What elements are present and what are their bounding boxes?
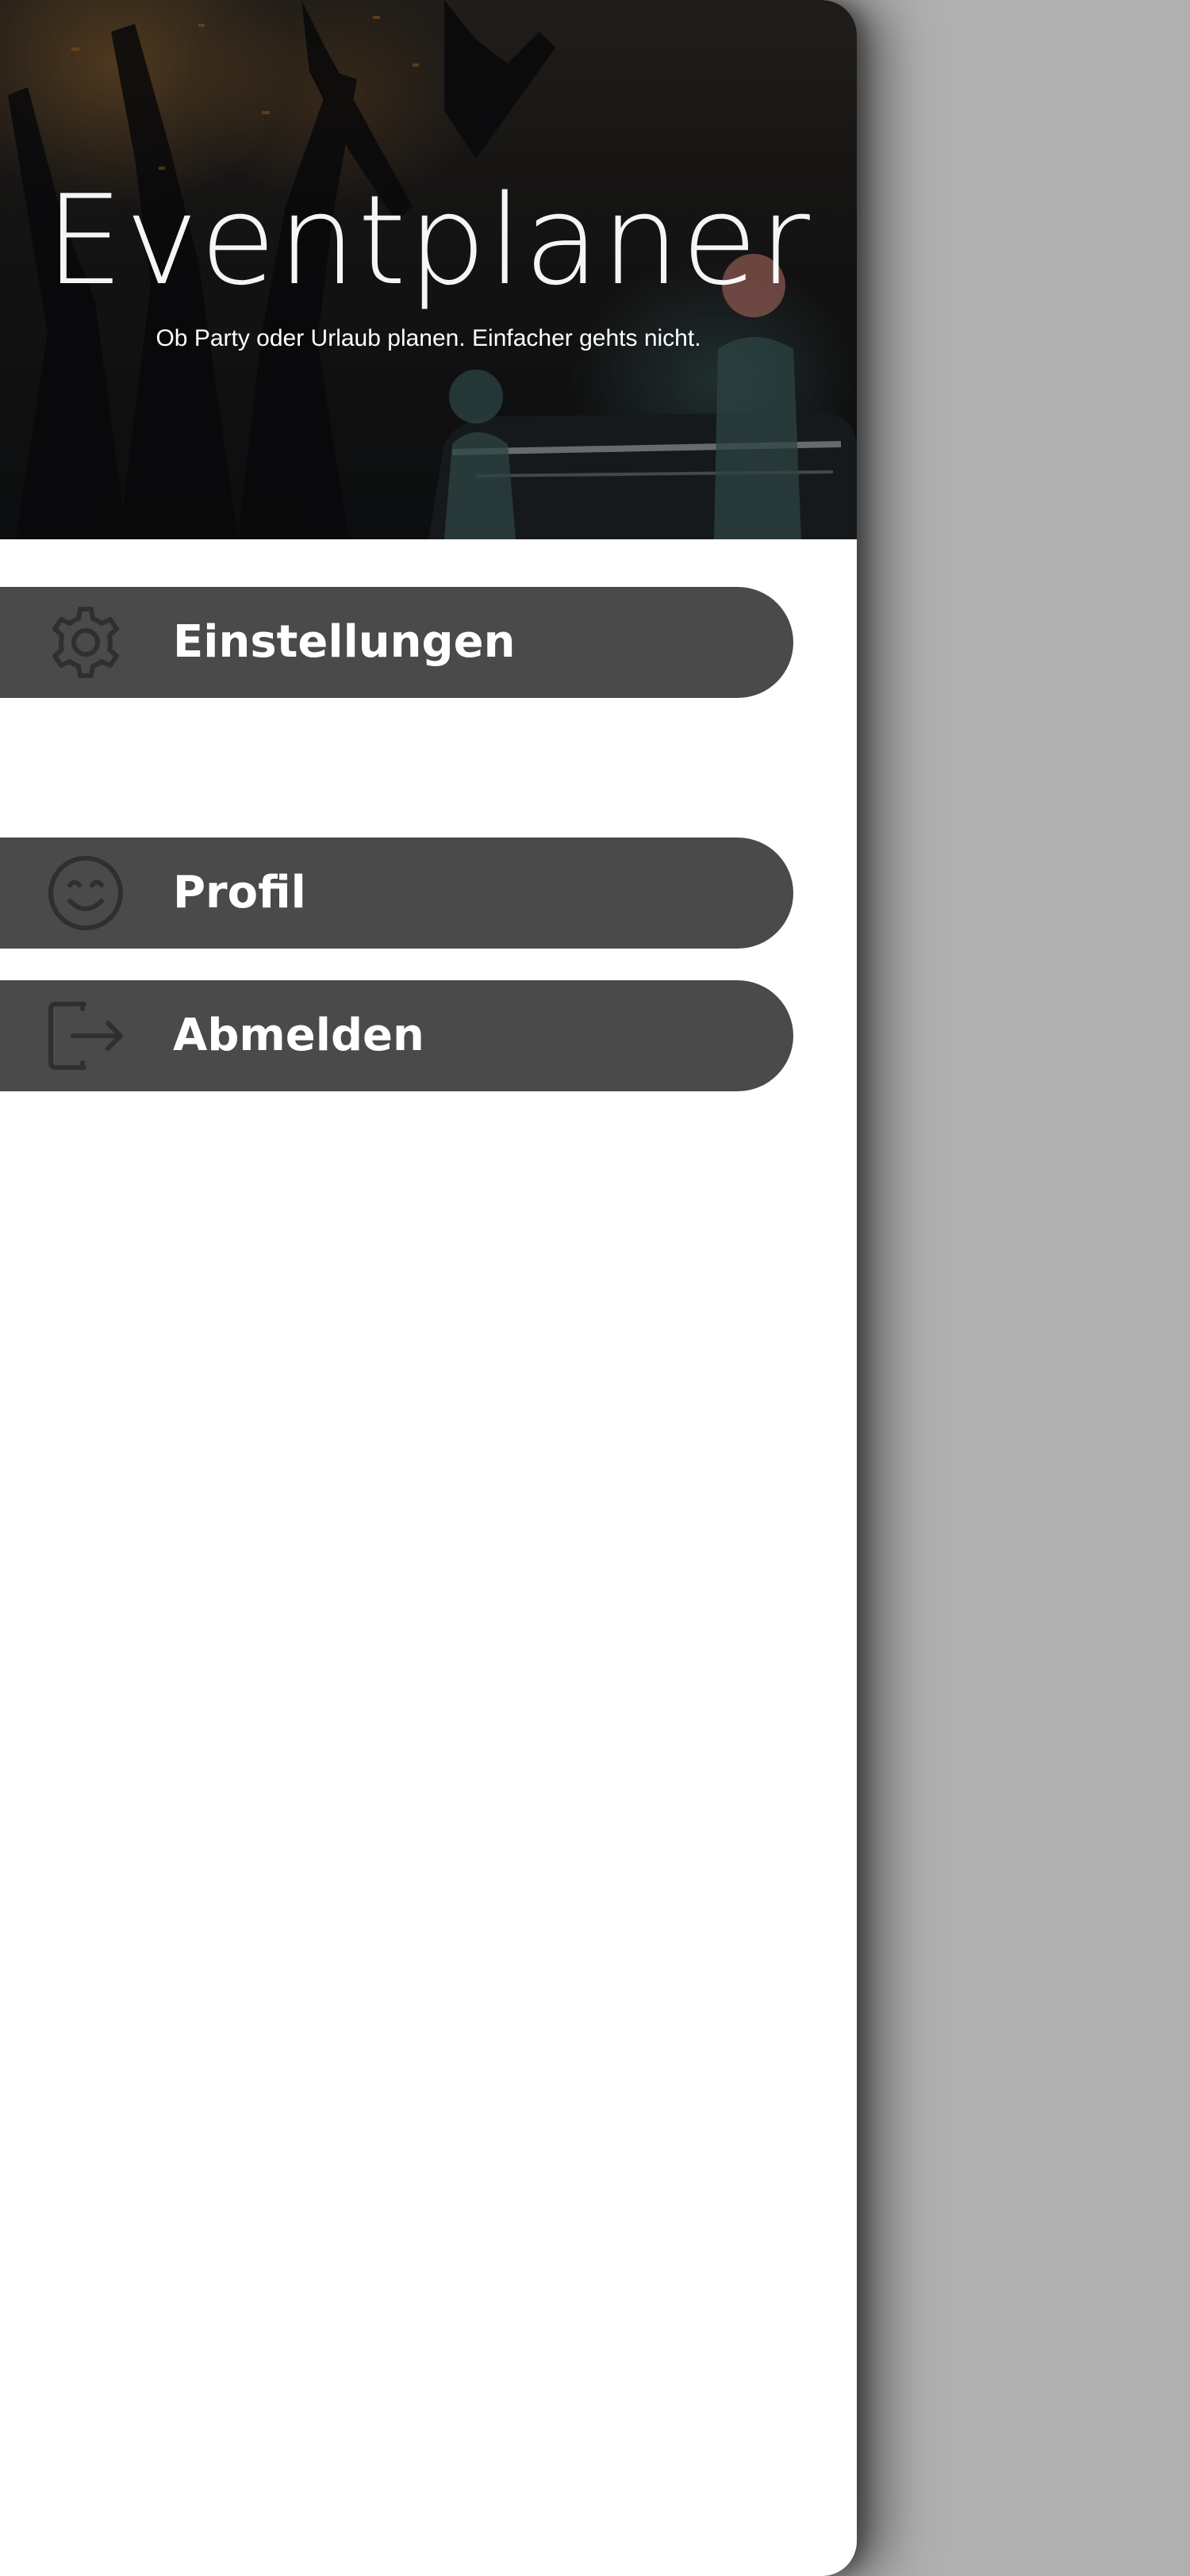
menu-item-profile-label: Profil <box>173 867 306 918</box>
menu-item-settings[interactable]: Einstellungen <box>0 587 793 698</box>
app-title: Eventplaner <box>45 168 812 312</box>
app-subtitle: Ob Party oder Urlaub planen. Einfacher g… <box>155 325 701 351</box>
drawer-header: Eventplaner Ob Party oder Urlaub planen.… <box>0 0 857 539</box>
logout-icon <box>48 1002 123 1070</box>
menu-item-logout-label: Abmelden <box>173 1010 424 1061</box>
menu-item-profile[interactable]: Profil <box>0 838 793 949</box>
navigation-drawer: Eventplaner Ob Party oder Urlaub planen.… <box>0 0 857 2576</box>
gear-icon <box>52 607 119 678</box>
smiley-icon <box>48 856 123 930</box>
menu-item-logout[interactable]: Abmelden <box>0 980 793 1091</box>
menu-item-settings-label: Einstellungen <box>173 616 516 668</box>
